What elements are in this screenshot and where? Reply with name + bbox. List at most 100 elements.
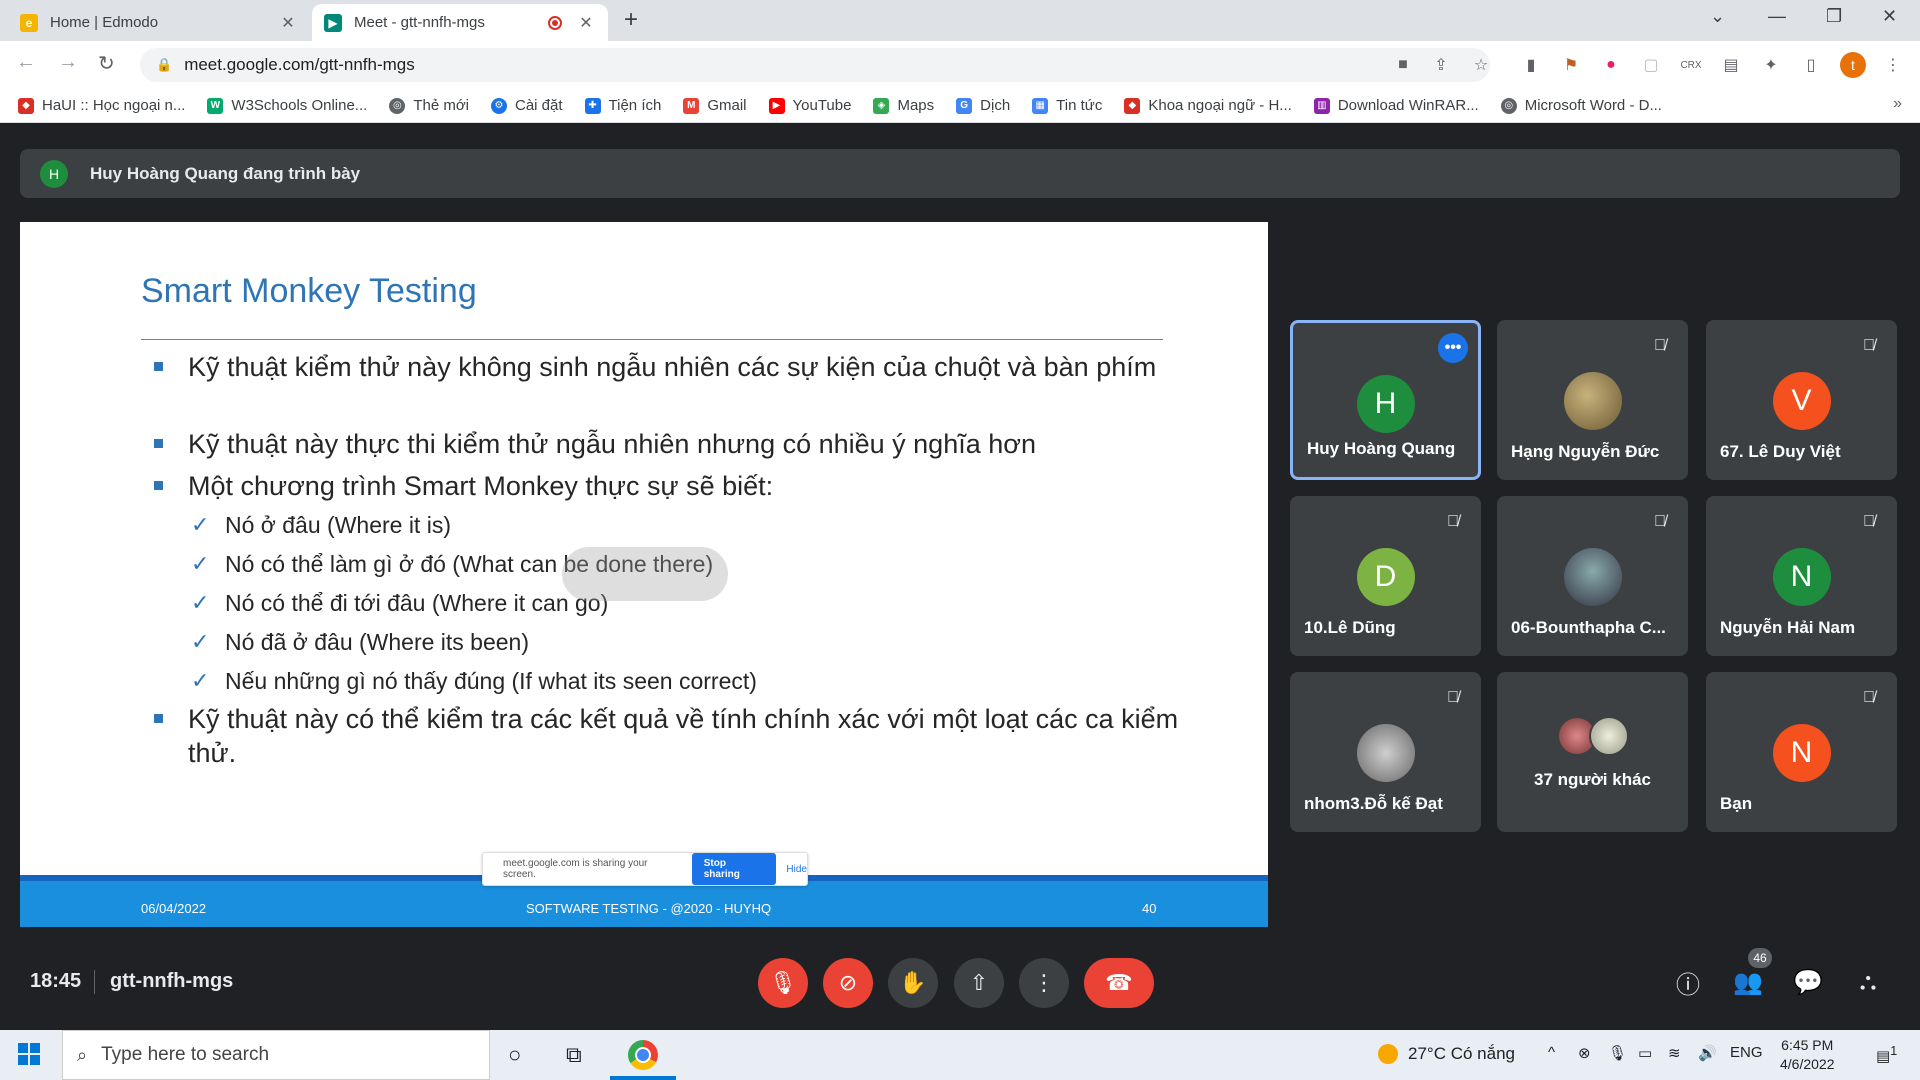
- wifi-icon[interactable]: ≋: [1668, 1044, 1681, 1062]
- info-icon[interactable]: ⓘ: [1670, 964, 1706, 1000]
- camera-icon[interactable]: ■: [1392, 54, 1414, 76]
- bookmark-item[interactable]: ▥ Download WinRAR...: [1313, 97, 1479, 114]
- chat-icon[interactable]: 💬: [1790, 964, 1826, 1000]
- crx-icon[interactable]: CRX: [1680, 54, 1702, 76]
- chrome-icon[interactable]: [628, 1040, 658, 1070]
- stop-sharing-button[interactable]: Stop sharing: [691, 853, 777, 885]
- bookmark-item[interactable]: ◆ Khoa ngoại ngữ - H...: [1124, 97, 1292, 114]
- leave-call-button[interactable]: ☎: [1084, 958, 1154, 1008]
- participant-tile[interactable]: 🎙̸ V 67. Lê Duy Việt: [1706, 320, 1897, 480]
- task-view-icon[interactable]: ⧉: [566, 1042, 582, 1068]
- windows-start-icon[interactable]: [18, 1043, 40, 1065]
- participant-tile[interactable]: 🎙̸ nhom3.Đỗ kế Đạt: [1290, 672, 1481, 832]
- bookmark-item[interactable]: ▶ YouTube: [768, 97, 851, 114]
- minimize-button[interactable]: —: [1768, 6, 1786, 27]
- forward-arrow-icon[interactable]: →: [58, 51, 78, 74]
- extension-icon[interactable]: ▮: [1520, 54, 1542, 76]
- bookmark-item[interactable]: ◆ HaUI :: Học ngoại n...: [18, 97, 185, 114]
- participant-tile[interactable]: 🎙̸ Hạng Nguyễn Đức: [1497, 320, 1688, 480]
- chevron-right-icon[interactable]: »: [1893, 95, 1902, 113]
- profile-avatar[interactable]: t: [1840, 52, 1866, 78]
- taskbar-search-input[interactable]: ⌕ Type here to search: [62, 1030, 490, 1080]
- maximize-button[interactable]: ❐: [1826, 6, 1842, 27]
- translate-icon: G: [956, 97, 973, 114]
- others-tile[interactable]: 37 người khác: [1497, 672, 1688, 832]
- puzzle-icon[interactable]: ✦: [1760, 54, 1782, 76]
- bullet-item: Kỹ thuật này thực thi kiểm thử ngẫu nhiê…: [154, 427, 1188, 461]
- activities-icon[interactable]: ⛬: [1850, 964, 1886, 1000]
- share-icon[interactable]: ⇪: [1430, 54, 1452, 76]
- bookmark-item[interactable]: ⚙ Cài đặt: [491, 97, 563, 114]
- others-count: 37 người khác: [1534, 770, 1651, 789]
- meet-icon: ▶: [324, 13, 342, 32]
- menu-dots-icon[interactable]: ⋮: [1882, 54, 1904, 76]
- phone-hangup-icon: ☎: [1105, 970, 1133, 995]
- tab-title: Home | Edmodo: [50, 14, 159, 31]
- notifications-icon[interactable]: ▤1: [1876, 1044, 1897, 1065]
- window-close-button[interactable]: ✕: [1882, 6, 1897, 27]
- color-picker-icon[interactable]: ●: [1600, 54, 1622, 76]
- mic-off-icon: 🎙̸: [1447, 513, 1459, 530]
- mic-off-icon: 🎙: [769, 970, 797, 995]
- volume-icon[interactable]: 🔊: [1698, 1044, 1717, 1062]
- hide-button[interactable]: Hide: [786, 864, 807, 875]
- bookmark-item[interactable]: W W3Schools Online...: [207, 97, 367, 114]
- new-tab-button[interactable]: +: [624, 6, 638, 34]
- extension-icon[interactable]: ▢: [1640, 54, 1662, 76]
- chevron-up-icon[interactable]: ^: [1548, 1044, 1555, 1061]
- bookmark-item[interactable]: ◈ Maps: [873, 97, 934, 114]
- raise-hand-button[interactable]: ✋: [888, 958, 938, 1008]
- tab-edmodo[interactable]: e Home | Edmodo ✕: [8, 4, 310, 41]
- bullet-item: Một chương trình Smart Monkey thực sự sẽ…: [154, 469, 1188, 503]
- cortana-icon[interactable]: ○: [508, 1042, 521, 1068]
- meet-controls-bar: 18:45 gtt-nnfh-mgs 🎙 ⊘ ✋ ⇧ ⋮ ☎ ⓘ 👥 46 💬 …: [0, 930, 1920, 1030]
- participant-tile[interactable]: 🎙̸ 06-Bounthapha C...: [1497, 496, 1688, 656]
- recording-icon: [548, 15, 562, 30]
- participant-tile[interactable]: ••• H Huy Hoàng Quang: [1290, 320, 1481, 480]
- meeting-code: gtt-nnfh-mgs: [110, 970, 234, 992]
- participant-tile[interactable]: 🎙̸ N Nguyễn Hải Nam: [1706, 496, 1897, 656]
- bookmark-item[interactable]: M Gmail: [683, 97, 747, 114]
- sun-icon: [1378, 1044, 1398, 1064]
- more-options-button[interactable]: ⋮: [1019, 958, 1069, 1008]
- square-bullet-icon: [154, 362, 163, 371]
- microphone-icon[interactable]: 🎙: [1608, 1044, 1627, 1062]
- mic-toggle-button[interactable]: 🎙: [758, 958, 808, 1008]
- weather-widget[interactable]: 27°C Có nắng: [1378, 1044, 1515, 1064]
- bookmark-item[interactable]: ▦ Tin tức: [1032, 97, 1102, 114]
- clipboard-icon[interactable]: ▤: [1720, 54, 1742, 76]
- bookmark-item[interactable]: ◎ Thẻ mới: [389, 97, 469, 114]
- puzzle-icon: ✚: [584, 97, 601, 114]
- active-app-indicator: [610, 1076, 676, 1080]
- check-icon: ✓: [191, 551, 210, 576]
- haui-icon: ◆: [1124, 97, 1141, 114]
- extension-icon[interactable]: ⚑: [1560, 54, 1582, 76]
- camera-toggle-button[interactable]: ⊘: [823, 958, 873, 1008]
- globe-icon: ◎: [389, 97, 406, 114]
- close-icon[interactable]: ✕: [278, 13, 298, 33]
- language-indicator[interactable]: ENG: [1730, 1044, 1763, 1061]
- address-bar[interactable]: 🔒 meet.google.com/gtt-nnfh-mgs: [140, 48, 1490, 82]
- participant-tile[interactable]: 🎙̸ D 10.Lê Dũng: [1290, 496, 1481, 656]
- present-button[interactable]: ⇧: [954, 958, 1004, 1008]
- mic-off-icon: 🎙̸: [1654, 337, 1666, 354]
- side-panel-icon[interactable]: ▯: [1800, 54, 1822, 76]
- network-warning-icon[interactable]: ⊗: [1578, 1044, 1591, 1062]
- battery-icon[interactable]: ▭: [1638, 1044, 1652, 1062]
- participant-tile[interactable]: 🎙̸ N Bạn: [1706, 672, 1897, 832]
- system-clock[interactable]: 6:45 PM 4/6/2022: [1780, 1036, 1835, 1074]
- more-options-icon[interactable]: •••: [1438, 333, 1468, 363]
- tab-meet[interactable]: ▶ Meet - gtt-nnfh-mgs ✕: [312, 4, 608, 41]
- square-bullet-icon: [154, 481, 163, 490]
- bookmark-item[interactable]: ◎ Microsoft Word - D...: [1500, 97, 1662, 114]
- chevron-down-icon[interactable]: ⌄: [1710, 6, 1725, 27]
- check-icon: ✓: [191, 629, 210, 654]
- reload-icon[interactable]: ↻: [98, 51, 115, 76]
- close-icon[interactable]: ✕: [576, 13, 596, 33]
- bookmark-item[interactable]: ✚ Tiện ích: [584, 97, 661, 114]
- avatar: V: [1772, 372, 1831, 430]
- back-arrow-icon[interactable]: ←: [16, 51, 36, 74]
- people-icon[interactable]: 👥: [1730, 964, 1766, 1000]
- bookmark-star-icon[interactable]: ☆: [1470, 54, 1492, 76]
- bookmark-item[interactable]: G Dịch: [956, 97, 1010, 114]
